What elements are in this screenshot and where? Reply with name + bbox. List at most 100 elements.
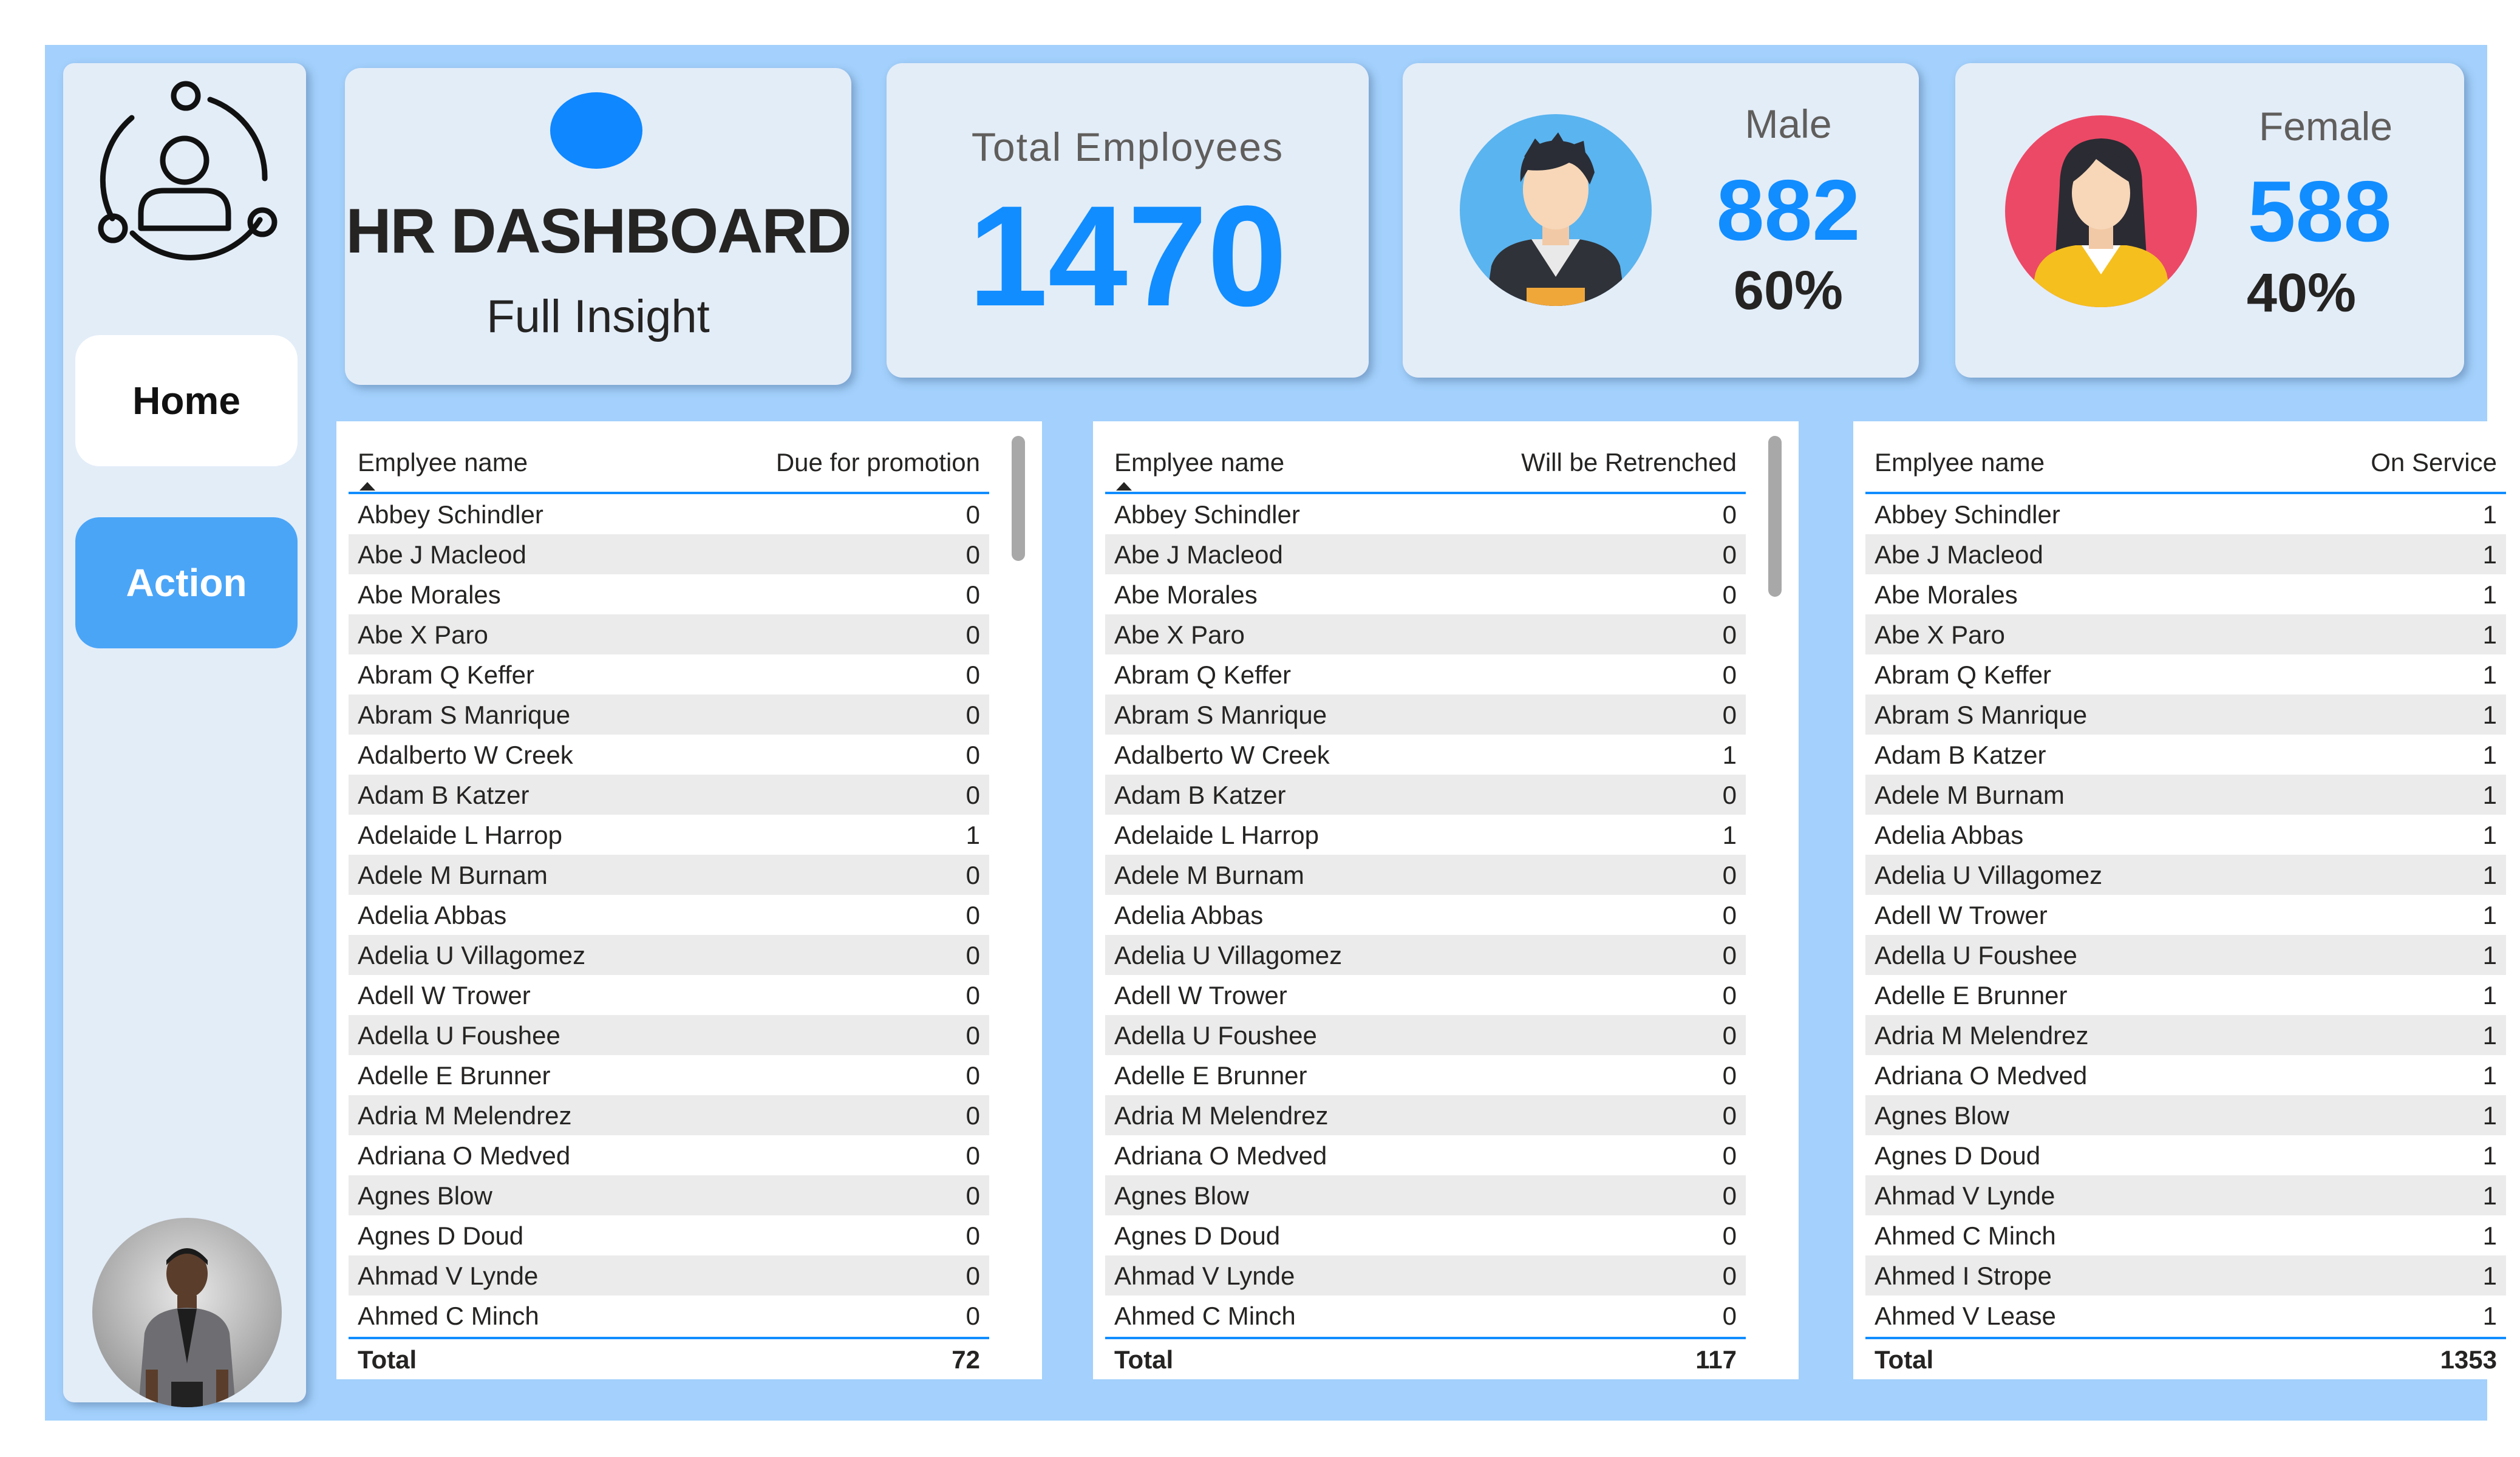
table-row[interactable]: Agnes D Doud 1 xyxy=(1865,1135,2506,1175)
sort-ascending-icon[interactable] xyxy=(1116,482,1132,491)
table-row[interactable]: Abe Morales 0 xyxy=(349,574,989,614)
name-column-header[interactable]: Emplyee name xyxy=(1114,448,1284,477)
table-row[interactable]: Abram Q Keffer 0 xyxy=(1105,654,1746,695)
table-row[interactable]: Adelia Abbas 1 xyxy=(1865,815,2506,855)
table-row[interactable]: Abbey Schindler 1 xyxy=(1865,494,2506,534)
table-row[interactable]: Adalberto W Creek 1 xyxy=(1105,735,1746,775)
table-row[interactable]: Ahmed C Minch 1 xyxy=(1865,1215,2506,1255)
row-value: 0 xyxy=(1722,1061,1737,1090)
total-employees-card: Total Employees 1470 xyxy=(887,63,1369,378)
table-row[interactable]: Abram Q Keffer 1 xyxy=(1865,654,2506,695)
table-row[interactable]: Adella U Foushee 0 xyxy=(349,1015,989,1055)
table-row[interactable]: Abe X Paro 1 xyxy=(1865,614,2506,654)
table-row[interactable]: Adria M Melendrez 0 xyxy=(349,1095,989,1135)
user-network-icon xyxy=(98,81,278,260)
table-row[interactable]: Adell W Trower 1 xyxy=(1865,895,2506,935)
table-row[interactable]: Adell W Trower 0 xyxy=(349,975,989,1015)
table-row[interactable]: Abbey Schindler 0 xyxy=(349,494,989,534)
employee-name: Adam B Katzer xyxy=(358,781,530,809)
table-row[interactable]: Adella U Foushee 1 xyxy=(1865,935,2506,975)
employee-name: Abram Q Keffer xyxy=(1875,661,2052,689)
table-total-row: Total 72 xyxy=(349,1337,989,1379)
table-row[interactable]: Abe X Paro 0 xyxy=(1105,614,1746,654)
table-row[interactable]: Abram S Manrique 0 xyxy=(1105,695,1746,735)
table-row[interactable]: Abram Q Keffer 0 xyxy=(349,654,989,695)
table-row[interactable]: Adalberto W Creek 0 xyxy=(349,735,989,775)
on-service-table[interactable]: Emplyee name On Service Abbey Schindler 1… xyxy=(1853,421,2520,1379)
table-row[interactable]: Adelia U Villagomez 0 xyxy=(349,935,989,975)
table-row[interactable]: Adelaide L Harrop 1 xyxy=(1105,815,1746,855)
table-row[interactable]: Abe J Macleod 0 xyxy=(1105,534,1746,574)
value-column-header[interactable]: Due for promotion xyxy=(776,448,980,477)
table-row[interactable]: Ahmed I Strope 1 xyxy=(1865,1255,2506,1296)
employee-name: Ahmed C Minch xyxy=(1875,1221,2056,1250)
table-row[interactable]: Adelia Abbas 0 xyxy=(1105,895,1746,935)
table-row[interactable]: Adele M Burnam 1 xyxy=(1865,775,2506,815)
row-value: 0 xyxy=(965,701,980,729)
table-row[interactable]: Adria M Melendrez 0 xyxy=(1105,1095,1746,1135)
table-row[interactable]: Adelia U Villagomez 1 xyxy=(1865,855,2506,895)
table-row[interactable]: Agnes D Doud 0 xyxy=(349,1215,989,1255)
employee-name: Adria M Melendrez xyxy=(1875,1021,2089,1050)
table-row[interactable]: Adelia Abbas 0 xyxy=(349,895,989,935)
table-row[interactable]: Abe J Macleod 0 xyxy=(349,534,989,574)
total-employees-label: Total Employees xyxy=(971,124,1284,169)
scrollbar-thumb[interactable] xyxy=(1768,436,1782,597)
employee-name: Abe J Macleod xyxy=(1875,540,2043,569)
table-row[interactable]: Adelia U Villagomez 0 xyxy=(1105,935,1746,975)
table-row[interactable]: Abe X Paro 0 xyxy=(349,614,989,654)
value-column-header[interactable]: Will be Retrenched xyxy=(1521,448,1737,477)
table-row[interactable]: Abe Morales 1 xyxy=(1865,574,2506,614)
retrenchment-table[interactable]: Emplyee name Will be Retrenched Abbey Sc… xyxy=(1093,421,1799,1379)
table-row[interactable]: Adele M Burnam 0 xyxy=(349,855,989,895)
table-row[interactable]: Agnes D Doud 0 xyxy=(1105,1215,1746,1255)
table-row[interactable]: Agnes Blow 1 xyxy=(1865,1095,2506,1135)
table-row[interactable]: Adelle E Brunner 1 xyxy=(1865,975,2506,1015)
promotion-table[interactable]: Emplyee name Due for promotion Abbey Sch… xyxy=(336,421,1042,1379)
table-row[interactable]: Adriana O Medved 0 xyxy=(349,1135,989,1175)
table-row[interactable]: Agnes Blow 0 xyxy=(1105,1175,1746,1215)
table-row[interactable]: Abram S Manrique 0 xyxy=(349,695,989,735)
name-column-header[interactable]: Emplyee name xyxy=(1875,448,2045,477)
table-row[interactable]: Adelle E Brunner 0 xyxy=(349,1055,989,1095)
value-column-header[interactable]: On Service xyxy=(2371,448,2497,477)
total-label: Total xyxy=(358,1345,417,1374)
scrollbar[interactable] xyxy=(1768,436,1782,1328)
row-value: 1 xyxy=(2482,580,2497,609)
home-button[interactable]: Home xyxy=(75,335,298,466)
employee-name: Adelia U Villagomez xyxy=(1875,861,2103,889)
table-row[interactable]: Adell W Trower 0 xyxy=(1105,975,1746,1015)
home-button-label: Home xyxy=(132,379,240,423)
table-row[interactable]: Abbey Schindler 0 xyxy=(1105,494,1746,534)
action-button[interactable]: Action xyxy=(75,517,298,648)
table-row[interactable]: Ahmad V Lynde 0 xyxy=(1105,1255,1746,1296)
table-row[interactable]: Adelle E Brunner 0 xyxy=(1105,1055,1746,1095)
table-row[interactable]: Adria M Melendrez 1 xyxy=(1865,1015,2506,1055)
table-row[interactable]: Adelaide L Harrop 1 xyxy=(349,815,989,855)
table-row[interactable]: Ahmad V Lynde 0 xyxy=(349,1255,989,1296)
table-row[interactable]: Adam B Katzer 0 xyxy=(1105,775,1746,815)
table-row[interactable]: Adam B Katzer 1 xyxy=(1865,735,2506,775)
table-row[interactable]: Adriana O Medved 0 xyxy=(1105,1135,1746,1175)
table-row[interactable]: Ahmad V Lynde 1 xyxy=(1865,1175,2506,1215)
table-row[interactable]: Abram S Manrique 1 xyxy=(1865,695,2506,735)
table-row[interactable]: Adella U Foushee 0 xyxy=(1105,1015,1746,1055)
table-row[interactable]: Abe Morales 0 xyxy=(1105,574,1746,614)
scrollbar-thumb[interactable] xyxy=(1012,436,1025,561)
row-value: 1 xyxy=(2482,1221,2497,1250)
row-value: 0 xyxy=(1722,1101,1737,1130)
name-column-header[interactable]: Emplyee name xyxy=(358,448,528,477)
table-row[interactable]: Adriana O Medved 1 xyxy=(1865,1055,2506,1095)
table-row[interactable]: Abe J Macleod 1 xyxy=(1865,534,2506,574)
table-row[interactable]: Ahmed C Minch 0 xyxy=(1105,1296,1746,1336)
table-row[interactable]: Adele M Burnam 0 xyxy=(1105,855,1746,895)
total-value: 117 xyxy=(1695,1345,1737,1374)
table-row[interactable]: Agnes Blow 0 xyxy=(349,1175,989,1215)
table-row[interactable]: Adam B Katzer 0 xyxy=(349,775,989,815)
table-row[interactable]: Ahmed V Lease 1 xyxy=(1865,1296,2506,1336)
sort-ascending-icon[interactable] xyxy=(359,482,375,491)
action-button-label: Action xyxy=(126,561,247,605)
row-value: 0 xyxy=(1722,781,1737,809)
scrollbar[interactable] xyxy=(1012,436,1025,1328)
table-row[interactable]: Ahmed C Minch 0 xyxy=(349,1296,989,1336)
